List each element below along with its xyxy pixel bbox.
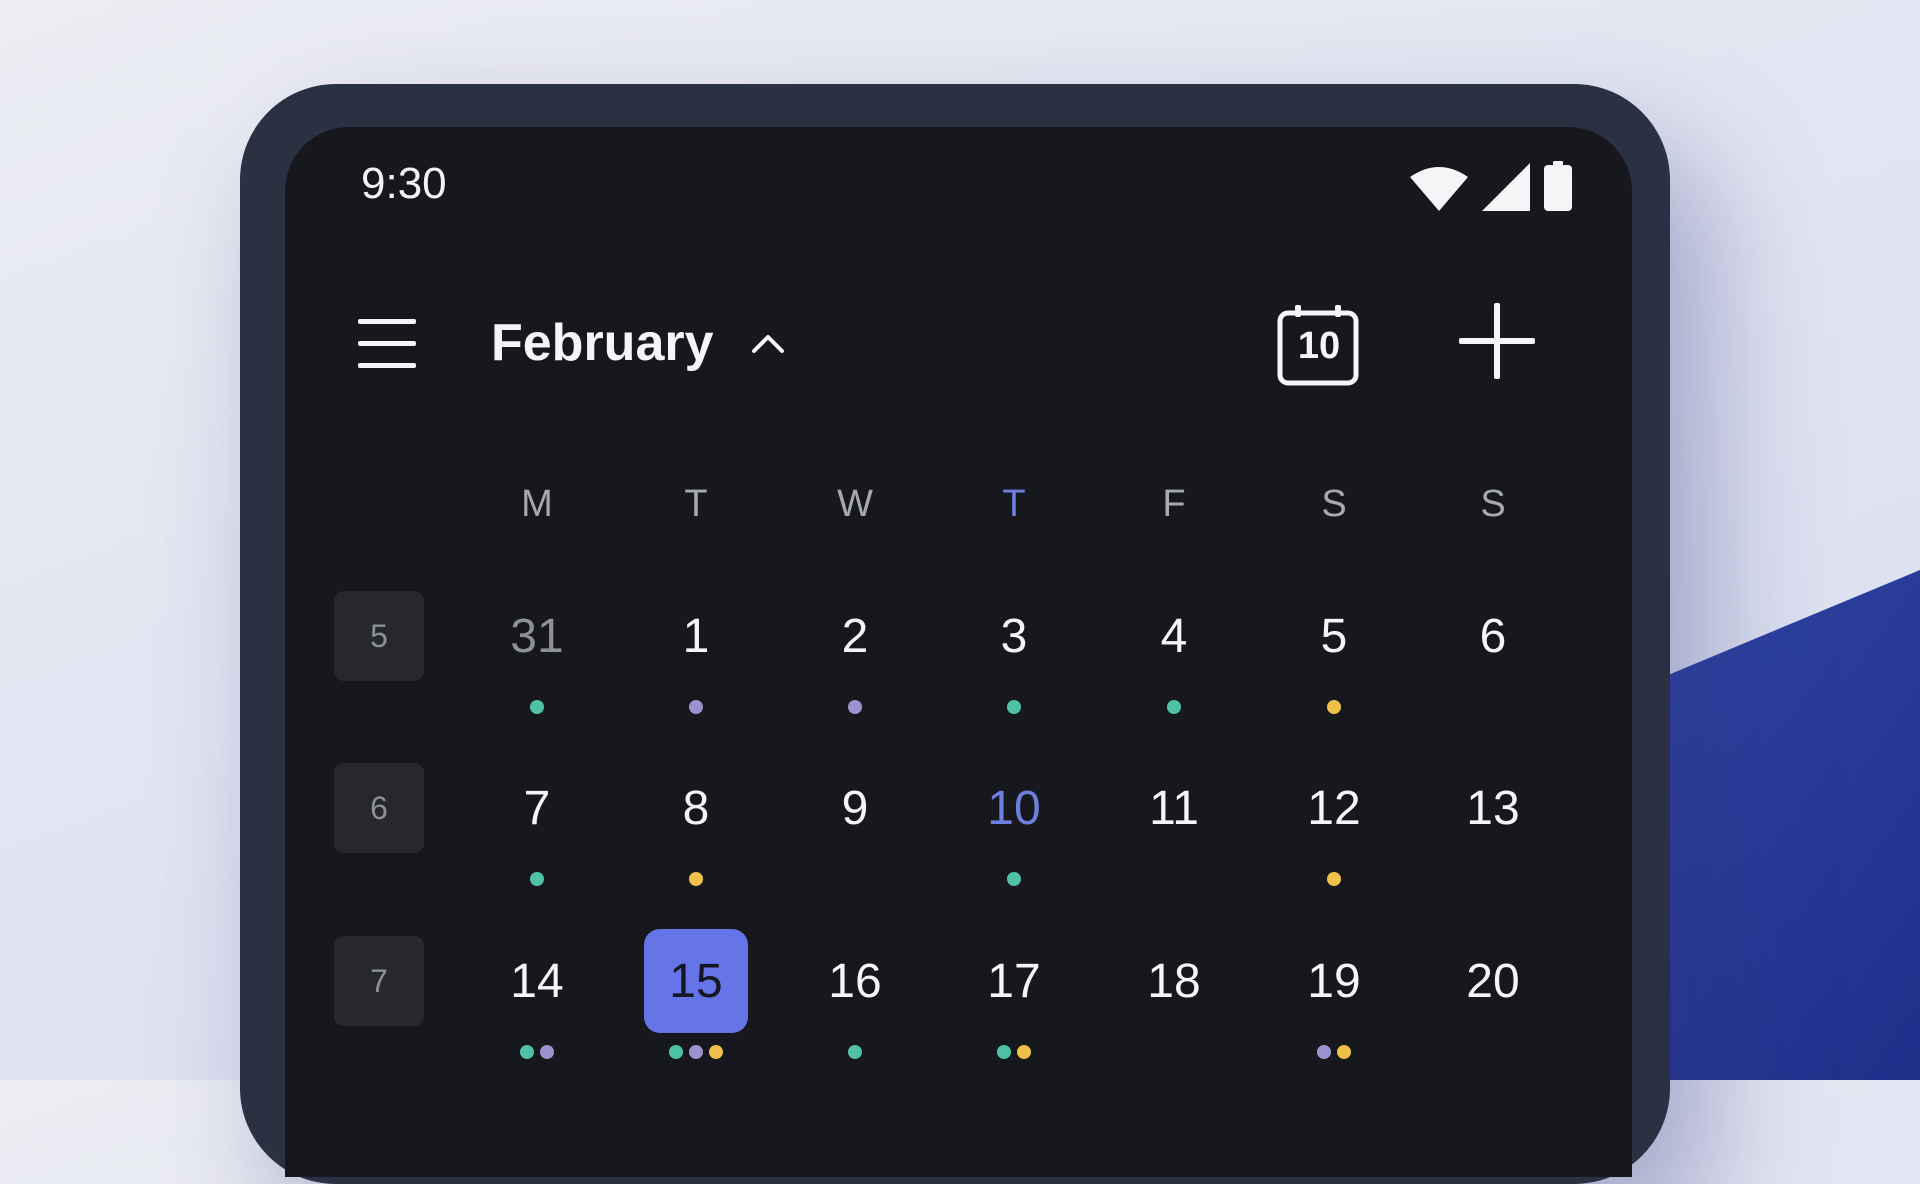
calendar-day[interactable]: 14 bbox=[485, 929, 589, 1033]
event-indicators bbox=[644, 1045, 748, 1059]
event-dot-yellow bbox=[1017, 1045, 1031, 1059]
weekday-label: W bbox=[837, 483, 873, 525]
event-indicators bbox=[644, 700, 748, 714]
event-dot-teal bbox=[1007, 700, 1021, 714]
calendar-day[interactable]: 20 bbox=[1441, 929, 1545, 1033]
event-dot-purple bbox=[1317, 1045, 1331, 1059]
event-indicators bbox=[485, 700, 589, 714]
weekday-label: T bbox=[1002, 483, 1026, 525]
event-indicators bbox=[962, 700, 1066, 714]
weekday-label: F bbox=[1162, 483, 1186, 525]
calendar-day[interactable]: 16 bbox=[803, 929, 907, 1033]
event-indicators bbox=[803, 1045, 907, 1059]
event-indicators bbox=[485, 1045, 589, 1059]
event-indicators bbox=[1122, 700, 1226, 714]
event-dot-teal bbox=[520, 1045, 534, 1059]
event-indicators bbox=[962, 872, 1066, 886]
event-dot-yellow bbox=[1327, 872, 1341, 886]
event-dot-purple bbox=[540, 1045, 554, 1059]
week-number[interactable]: 5 bbox=[334, 591, 424, 681]
event-dot-teal bbox=[997, 1045, 1011, 1059]
event-dot-teal bbox=[530, 700, 544, 714]
phone-screen: 9:30 February 10 M T W T F S S 5 31 1 2 3 4 5 … bbox=[285, 127, 1632, 1177]
event-dot-yellow bbox=[1337, 1045, 1351, 1059]
calendar-day[interactable]: 18 bbox=[1122, 929, 1226, 1033]
calendar-day[interactable]: 19 bbox=[1282, 929, 1386, 1033]
event-indicators bbox=[1282, 1045, 1386, 1059]
calendar-day[interactable]: 3 bbox=[962, 584, 1066, 688]
event-dot-purple bbox=[689, 700, 703, 714]
weekday-label: T bbox=[684, 483, 708, 525]
event-indicators bbox=[1282, 700, 1386, 714]
today-button-day: 10 bbox=[1297, 325, 1341, 367]
calendar-day[interactable]: 17 bbox=[962, 929, 1066, 1033]
plus-icon[interactable] bbox=[1459, 303, 1535, 379]
event-indicators bbox=[485, 872, 589, 886]
calendar-day[interactable]: 7 bbox=[485, 756, 589, 860]
event-dot-purple bbox=[689, 1045, 703, 1059]
calendar-day[interactable]: 12 bbox=[1282, 756, 1386, 860]
weekday-label: S bbox=[1480, 483, 1506, 525]
week-number[interactable]: 7 bbox=[334, 936, 424, 1026]
weekday-label: M bbox=[521, 483, 553, 525]
calendar-day-today[interactable]: 10 bbox=[962, 756, 1066, 860]
event-dot-yellow bbox=[709, 1045, 723, 1059]
calendar-day[interactable]: 13 bbox=[1441, 756, 1545, 860]
event-indicators bbox=[803, 700, 907, 714]
event-dot-yellow bbox=[689, 872, 703, 886]
today-button[interactable]: 10 bbox=[1277, 303, 1361, 387]
wifi-icon bbox=[1410, 167, 1468, 211]
chevron-up-icon[interactable] bbox=[748, 327, 788, 357]
calendar-day[interactable]: 31 bbox=[485, 584, 589, 688]
cellular-signal-icon bbox=[1482, 163, 1530, 211]
status-time: 9:30 bbox=[361, 159, 447, 208]
event-indicators bbox=[644, 872, 748, 886]
calendar-day[interactable]: 4 bbox=[1122, 584, 1226, 688]
event-indicators bbox=[962, 1045, 1066, 1059]
battery-icon bbox=[1544, 161, 1572, 211]
calendar-day[interactable]: 11 bbox=[1122, 756, 1226, 860]
calendar-day[interactable]: 1 bbox=[644, 584, 748, 688]
calendar-day[interactable]: 2 bbox=[803, 584, 907, 688]
weekday-label: S bbox=[1321, 483, 1347, 525]
event-dot-teal bbox=[669, 1045, 683, 1059]
calendar-day[interactable]: 8 bbox=[644, 756, 748, 860]
event-dot-yellow bbox=[1327, 700, 1341, 714]
event-indicators bbox=[1282, 872, 1386, 886]
calendar-day-selected[interactable]: 15 bbox=[644, 929, 748, 1033]
status-icons bbox=[1410, 161, 1572, 211]
week-number[interactable]: 6 bbox=[334, 763, 424, 853]
event-dot-teal bbox=[530, 872, 544, 886]
calendar-day[interactable]: 9 bbox=[803, 756, 907, 860]
event-dot-teal bbox=[1007, 872, 1021, 886]
event-dot-purple bbox=[848, 700, 862, 714]
calendar-day[interactable]: 6 bbox=[1441, 584, 1545, 688]
month-title[interactable]: February bbox=[491, 313, 714, 373]
calendar-day[interactable]: 5 bbox=[1282, 584, 1386, 688]
event-dot-teal bbox=[1167, 700, 1181, 714]
event-dot-teal bbox=[848, 1045, 862, 1059]
hamburger-menu-icon[interactable] bbox=[358, 317, 418, 371]
